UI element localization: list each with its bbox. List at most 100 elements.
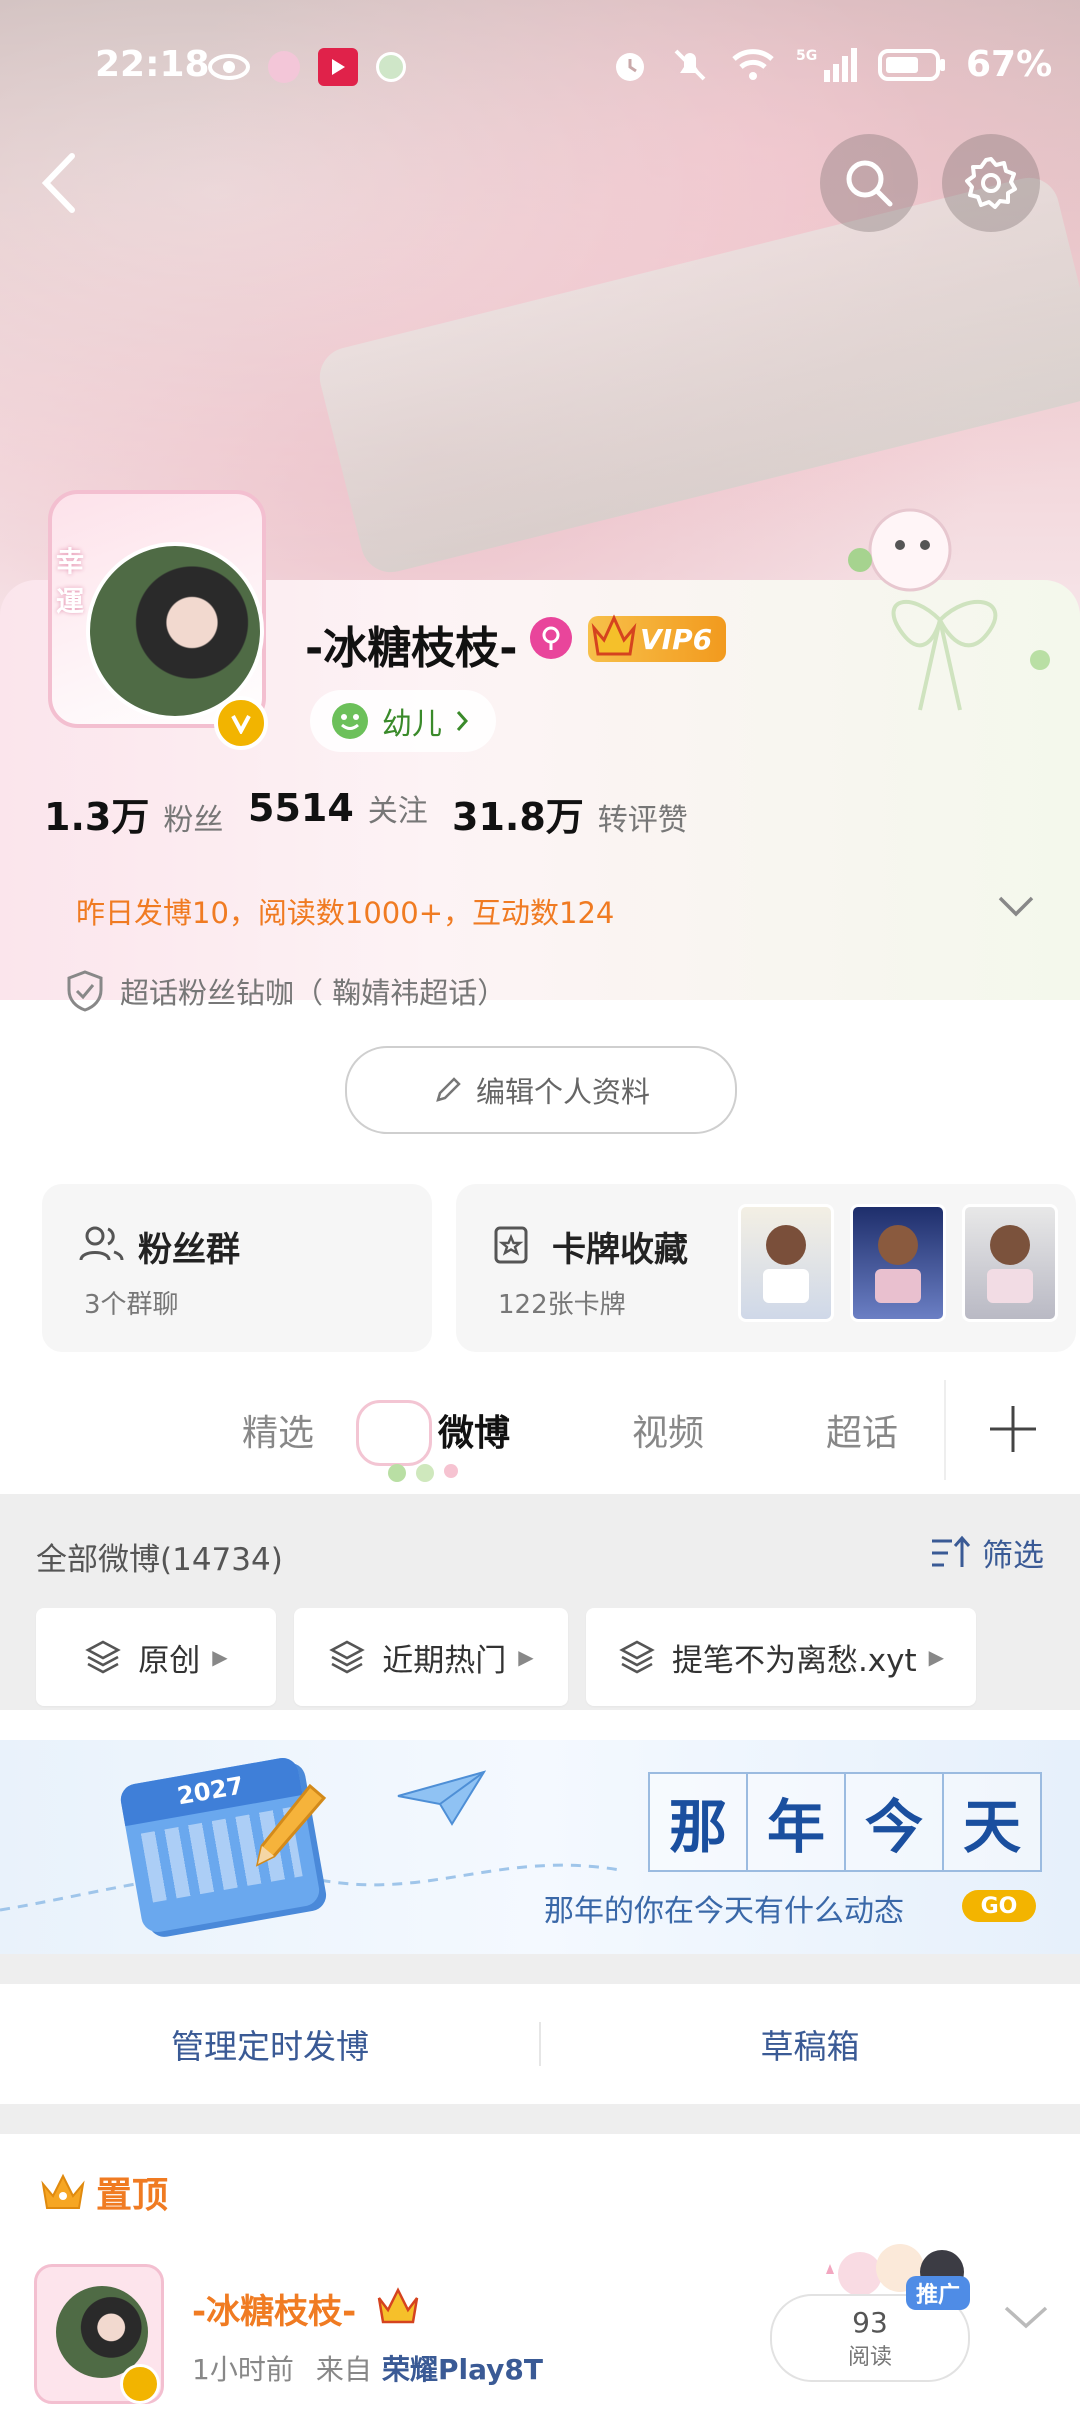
collection-card-thumb[interactable] [962,1204,1058,1322]
following-count: 5514 [248,786,354,830]
followers-stat[interactable]: 1.3万 粉丝 [44,786,223,841]
title-char: 天 [944,1772,1042,1872]
verified-badge [120,2364,160,2404]
pinned-header: 置顶 [40,2166,168,2218]
signal-5g-icon: 5G [796,47,857,82]
chip-recent-hot[interactable]: 近期热门 ▶ [294,1608,568,1706]
pinned-label: 置顶 [96,2175,169,2216]
collection-card-thumb[interactable] [738,1204,834,1322]
engagement-label: 转评赞 [597,803,688,838]
search-button[interactable] [820,134,918,232]
settings-button[interactable] [942,134,1040,232]
crown-icon [41,2173,85,2209]
gear-icon [965,157,1017,209]
engagement-count: 31.8万 [452,795,584,839]
edit-profile-label: 编辑个人资料 [475,1075,650,1109]
verified-v-icon [231,715,251,734]
pencil-decoration-icon [255,1783,327,1867]
back-button[interactable] [32,148,92,218]
triangle-right-icon: ▶ [518,1645,534,1669]
drafts-button[interactable]: 草稿箱 [540,1984,1080,2104]
tab-super-topic[interactable]: 超话 [826,1404,898,1456]
post-source[interactable]: 荣耀Play8T [382,2348,543,2388]
smile-icon [332,703,368,739]
paper-plane-icon [397,1770,486,1826]
card-star-icon [494,1226,528,1264]
vip-badge[interactable]: VIP6 [588,614,727,662]
avatar-frame[interactable]: 幸運 [38,480,278,750]
avatar[interactable] [86,542,264,720]
profile-tag-chip[interactable]: 幼儿 [310,690,496,752]
triangle-right-icon: ▶ [928,1645,945,1669]
expand-button[interactable] [996,892,1036,924]
go-button[interactable]: GO [962,1890,1036,1922]
vip-crown-icon [377,2287,419,2324]
profile-username[interactable]: -冰糖枝枝- [305,612,518,676]
tab-active-indicator [388,1464,458,1482]
fans-group-card[interactable]: 粉丝群 3个群聊 [42,1184,432,1352]
all-weibo-count: 全部微博(14734) [36,1542,283,1578]
promote-badge[interactable]: 推广 [906,2276,970,2310]
card-collection-title: 卡牌收藏 [552,1230,688,1270]
video-app-icon [318,48,358,86]
edit-profile-button[interactable]: 编辑个人资料 [345,1046,737,1134]
filter-label: 筛选 [982,1538,1044,1574]
post-username[interactable]: -冰糖枝枝- [192,2284,356,2333]
alarm-icon [616,52,644,81]
decoration-ribbon-icon [848,508,1050,711]
following-stat[interactable]: 5514 关注 [248,786,428,830]
scheduled-posts-button[interactable]: 管理定时发博 [0,1984,540,2104]
post-menu-button[interactable] [1002,2302,1050,2336]
app-notification-icon [376,52,406,82]
yesterday-summary[interactable]: 昨日发博10，阅读数1000+，互动数124 [76,890,614,932]
engagement-stat[interactable]: 31.8万 转评赞 [452,786,688,841]
tab-featured[interactable]: 精选 [242,1404,314,1456]
plus-icon [990,1406,1036,1452]
filter-button[interactable]: 筛选 [930,1530,1044,1575]
fan-badge-row[interactable]: 超话粉丝钻咖（ 鞠婧祎超话） [66,970,506,1012]
post-meta: 1小时前 来自 [192,2348,372,2388]
crown-icon [591,614,637,656]
shield-check-icon [67,970,103,1012]
pencil-icon [436,1077,461,1102]
reads-number: 93 [852,2305,888,2339]
triangle-right-icon: ▶ [212,1645,228,1669]
search-icon [846,160,893,207]
svg-text:5G: 5G [796,48,817,64]
fan-badge-text: 超话粉丝钻咖（ 鞠婧祎超话） [120,976,507,1010]
title-char: 今 [846,1772,944,1872]
tab-video[interactable]: 视频 [632,1404,704,1456]
card-collection-card[interactable]: 卡牌收藏 122张卡牌 [456,1184,1076,1352]
section-gap [0,1954,1080,1984]
post-actions-row: 管理定时发博 草稿箱 [0,1984,1080,2104]
followers-label: 粉丝 [163,803,224,838]
on-this-day-title: 那 年 今 天 [648,1772,1042,1872]
battery-icon [878,48,945,81]
fans-group-sub: 3个群聊 [84,1290,179,1320]
collection-card-thumb[interactable] [850,1204,946,1322]
tab-weibo[interactable]: 微博 [438,1404,510,1456]
tab-mascot-icon [356,1400,432,1466]
verified-badge [214,696,268,750]
title-char: 那 [648,1772,748,1872]
chip-custom-group[interactable]: 提笔不为离愁.xyt ▶ [586,1608,976,1706]
layers-icon [329,1640,366,1674]
chip-original[interactable]: 原创 ▶ [36,1608,276,1706]
on-this-day-banner[interactable]: 2027 那 年 今 天 那年的你在今天有什么动态 GO [0,1740,1080,1954]
post-source-prefix: 来自 [315,2353,372,2386]
add-tab-button[interactable] [986,1402,1040,1460]
eye-icon [208,54,250,80]
followers-count: 1.3万 [44,795,150,839]
filter-sort-icon [932,1535,971,1567]
frame-lucky-text: 幸運 [56,545,85,618]
chevron-right-icon [456,711,469,731]
layers-icon [85,1640,122,1674]
gender-female-icon [530,617,572,659]
pinned-post[interactable]: 置顶 -冰糖枝枝- 1小时前 来自 荣耀Play8T 93 阅读 推广 [0,2134,1080,2412]
fans-group-title: 粉丝群 [138,1230,240,1270]
chevron-left-icon [41,153,75,213]
layers-icon [619,1640,655,1674]
section-gap [0,2104,1080,2134]
post-avatar[interactable] [34,2264,164,2404]
post-time: 1小时前 [192,2353,294,2386]
